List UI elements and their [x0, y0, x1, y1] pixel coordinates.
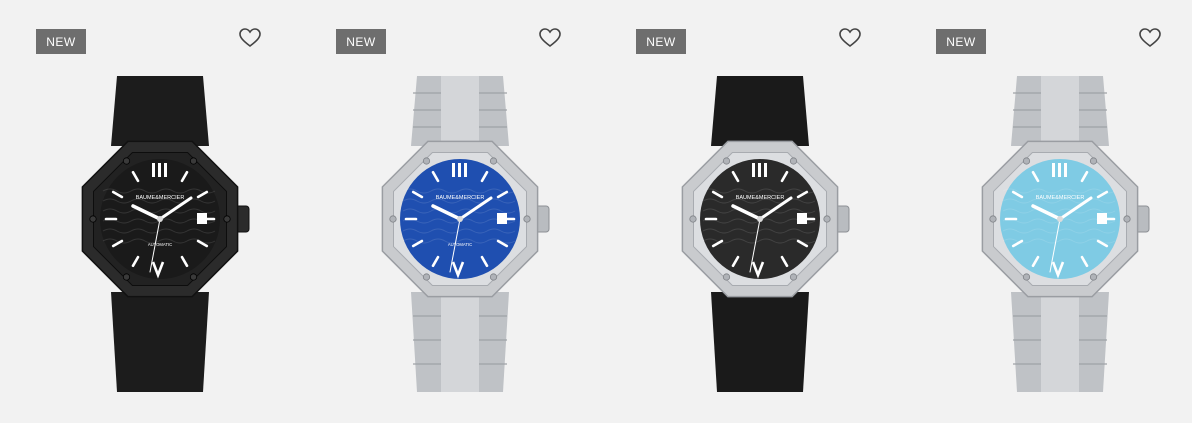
date-window: [797, 213, 807, 224]
brand-logo: BAUME&MERCIER: [136, 195, 185, 201]
bezel-screw: [189, 273, 198, 281]
bottom-strap: [711, 292, 809, 392]
heart-outline-icon[interactable]: [1138, 26, 1162, 50]
bezel-screw: [789, 157, 798, 165]
new-badge: NEW: [336, 29, 386, 54]
numeral-xii: [752, 163, 755, 177]
hand-pin: [457, 216, 463, 222]
dial-sublabel: AUTOMATIC: [148, 242, 172, 247]
numeral-xii: [1052, 163, 1055, 177]
new-badge: NEW: [936, 29, 986, 54]
bezel-screw: [1089, 157, 1098, 165]
numeral-xii: [164, 163, 167, 177]
bezel-screw: [122, 273, 131, 281]
numeral-xii: [152, 163, 155, 177]
watch-image[interactable]: BAUME&MERCIER AUTOMATIC: [55, 76, 265, 392]
date-window: [197, 213, 207, 224]
new-badge: NEW: [36, 29, 86, 54]
hand-pin: [157, 216, 163, 222]
product-grid: NEW BAUME&MERCIER AUTOMATIC NEW BAUME&MER…: [0, 0, 1192, 423]
bezel-screw: [189, 157, 198, 165]
bezel-screw: [1022, 157, 1031, 165]
bezel-screw: [789, 273, 798, 281]
bezel-screw: [1022, 273, 1031, 281]
hand-pin: [1057, 216, 1063, 222]
bezel-screw: [389, 215, 397, 223]
bezel-screw: [489, 273, 498, 281]
bezel-screw: [89, 215, 97, 223]
bezel-screw: [722, 273, 731, 281]
bezel-screw: [1089, 273, 1098, 281]
bezel-screw: [989, 215, 997, 223]
top-strap: [111, 76, 209, 146]
numeral-xii: [464, 163, 467, 177]
date-window: [497, 213, 507, 224]
bezel-screw: [523, 215, 531, 223]
hand-pin: [757, 216, 763, 222]
watch-image[interactable]: BAUME&MERCIER AUTOMATIC: [355, 76, 565, 392]
numeral-xii: [458, 163, 461, 177]
numeral-xii: [1064, 163, 1067, 177]
product-card[interactable]: NEW BAUME&MERCIER AUTOMATIC: [300, 0, 600, 423]
center-link: [1041, 76, 1079, 146]
bezel-screw: [689, 215, 697, 223]
center-link: [441, 76, 479, 146]
new-badge: NEW: [636, 29, 686, 54]
bottom-strap: [111, 292, 209, 392]
bezel-screw: [223, 215, 231, 223]
heart-outline-icon[interactable]: [238, 26, 262, 50]
bezel-screw: [722, 157, 731, 165]
top-strap: [711, 76, 809, 146]
brand-logo: BAUME&MERCIER: [1036, 195, 1085, 201]
watch-image[interactable]: BAUME&MERCIER: [655, 76, 865, 392]
brand-logo: BAUME&MERCIER: [736, 195, 785, 201]
heart-outline-icon[interactable]: [538, 26, 562, 50]
bezel-screw: [422, 157, 431, 165]
numeral-xii: [764, 163, 767, 177]
numeral-xii: [1058, 163, 1061, 177]
watch-image[interactable]: BAUME&MERCIER: [955, 76, 1165, 392]
bezel-screw: [489, 157, 498, 165]
bezel-screw: [122, 157, 131, 165]
numeral-xii: [158, 163, 161, 177]
numeral-xii: [758, 163, 761, 177]
dial-sublabel: AUTOMATIC: [448, 242, 472, 247]
date-window: [1097, 213, 1107, 224]
bezel-screw: [422, 273, 431, 281]
numeral-xii: [452, 163, 455, 177]
product-card[interactable]: NEW BAUME&MERCIER: [900, 0, 1192, 423]
bezel-screw: [1123, 215, 1131, 223]
product-card[interactable]: NEW BAUME&MERCIER AUTOMATIC: [0, 0, 300, 423]
bezel-screw: [823, 215, 831, 223]
product-card[interactable]: NEW BAUME&MERCIER: [600, 0, 900, 423]
center-link: [441, 292, 479, 392]
brand-logo: BAUME&MERCIER: [436, 195, 485, 201]
heart-outline-icon[interactable]: [838, 26, 862, 50]
center-link: [1041, 292, 1079, 392]
